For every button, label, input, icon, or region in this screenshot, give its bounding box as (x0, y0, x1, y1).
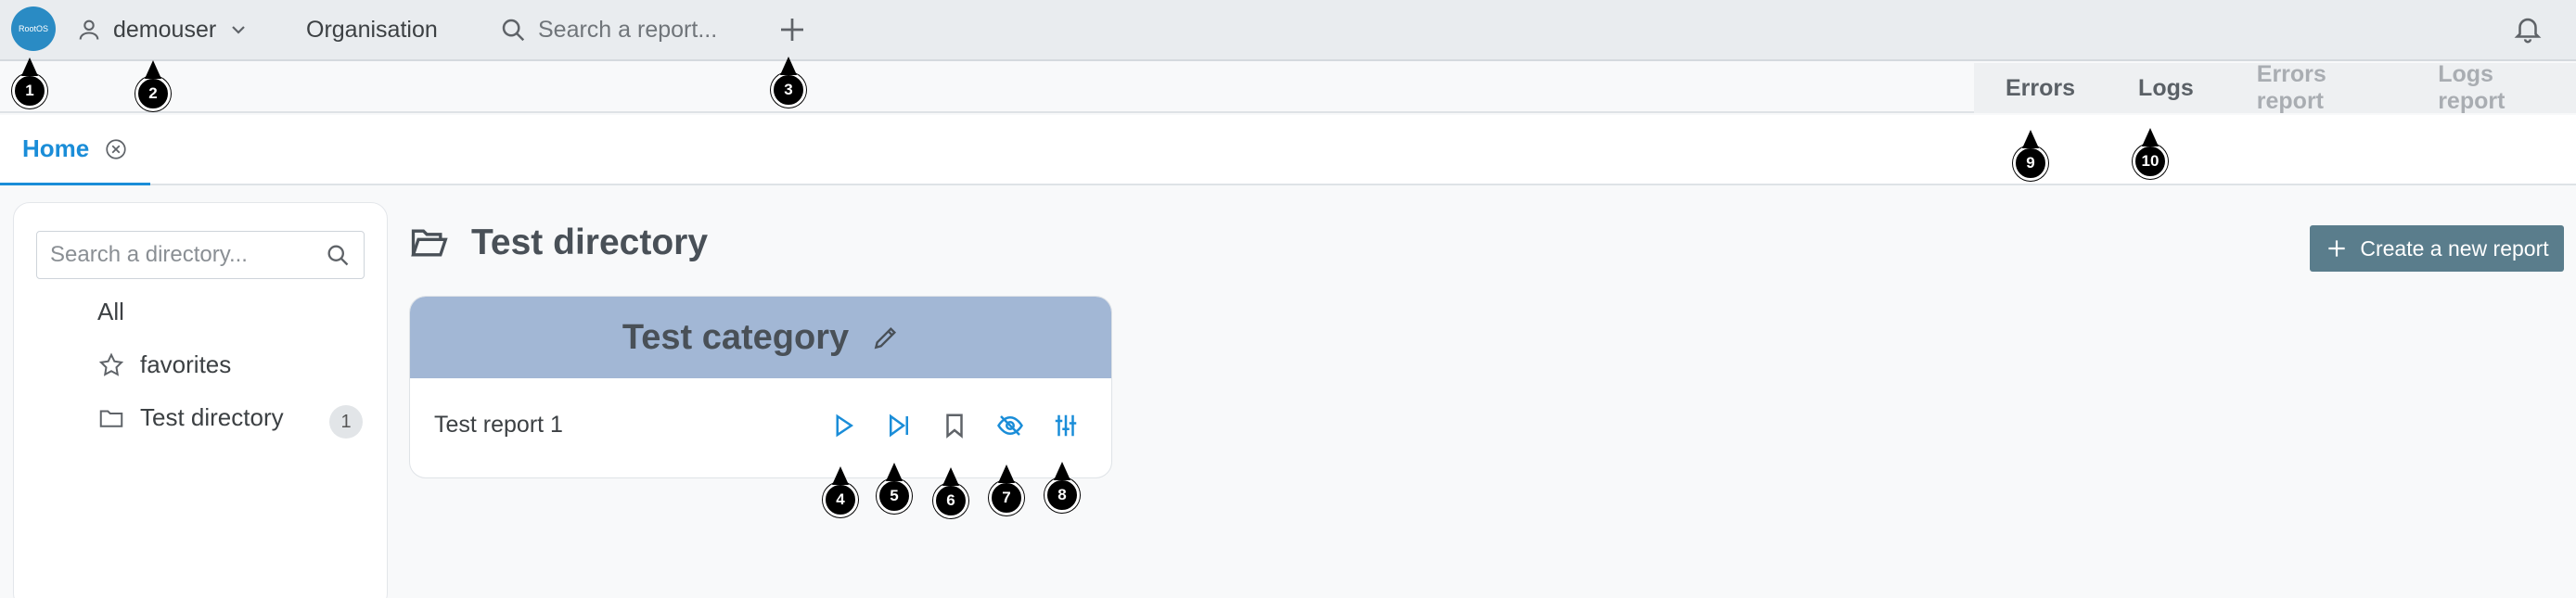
plus-icon (2328, 240, 2346, 257)
annotation-marker: 3 (771, 72, 806, 108)
eye-off-icon (997, 415, 1023, 436)
sliders-icon (1055, 414, 1077, 437)
tab-bar: Home (0, 115, 2576, 185)
hide-report-button[interactable] (994, 410, 1026, 441)
search-icon (327, 245, 349, 266)
folder-icon (99, 410, 123, 427)
report-search[interactable]: Search a report... (499, 13, 717, 46)
add-button[interactable] (775, 13, 809, 46)
logs-report-link[interactable]: Logs report (2406, 61, 2576, 114)
annotation-marker: 7 (989, 480, 1024, 515)
annotation-marker: 2 (135, 76, 171, 111)
secondary-navbar: Errors Logs Errors report Logs report (0, 61, 2576, 114)
pencil-icon[interactable] (871, 323, 901, 352)
page-title: Test directory (408, 223, 708, 263)
sidebar-item-label: All (97, 298, 124, 325)
report-name[interactable]: Test report 1 (434, 412, 563, 439)
sidebar-item-label: Test directory (140, 403, 284, 431)
annotation-marker: 9 (2013, 146, 2048, 181)
star-icon (98, 351, 124, 376)
bookmark-icon (946, 414, 963, 439)
bookmark-button[interactable] (939, 410, 970, 441)
organisation-link[interactable]: Organisation (306, 13, 438, 46)
search-icon (502, 19, 525, 42)
top-navbar: RootOS demouser Organisation Search a re… (0, 0, 2576, 61)
logs-link[interactable]: Logs (2107, 63, 2225, 113)
sidebar-item-favorites[interactable]: favorites (97, 350, 231, 379)
annotation-marker: 10 (2133, 144, 2168, 179)
skip-forward-icon (890, 414, 908, 438)
annotation-marker: 8 (1044, 477, 1080, 513)
create-report-label: Create a new report (2360, 235, 2549, 261)
annotation-marker: 1 (12, 73, 47, 108)
page-title-text: Test directory (471, 223, 709, 262)
run-with-options-button[interactable] (883, 410, 915, 441)
app-logo[interactable]: RootOS (11, 6, 56, 51)
report-search-placeholder: Search a report... (538, 16, 718, 43)
directory-search-input[interactable] (50, 242, 319, 268)
create-report-button[interactable]: Create a new report (2310, 225, 2564, 272)
tab-home[interactable]: Home (0, 115, 151, 185)
play-icon (836, 414, 854, 438)
count-badge: 1 (329, 405, 363, 439)
report-actions (827, 410, 1082, 441)
annotation-marker: 4 (823, 482, 858, 517)
sidebar-item-all[interactable]: All (97, 298, 124, 326)
user-icon (79, 19, 99, 40)
category-card: Test category Test report 1 (409, 296, 1112, 478)
sidebar-item-test-directory[interactable]: Test directory (97, 403, 284, 432)
errors-report-link[interactable]: Errors report (2225, 61, 2406, 114)
chevron-down-icon (232, 26, 245, 34)
notifications-button[interactable] (2512, 13, 2545, 46)
username-label: demouser (113, 16, 217, 43)
close-icon[interactable] (104, 137, 128, 161)
directory-search (36, 231, 365, 279)
annotation-marker: 6 (933, 483, 968, 518)
report-settings-button[interactable] (1050, 410, 1082, 441)
folder-open-icon (411, 229, 448, 257)
plus-icon (781, 19, 803, 41)
logo-text: RootOS (18, 24, 48, 33)
errors-link[interactable]: Errors (1974, 63, 2107, 113)
directory-sidebar: All favorites Test directory 1 (13, 202, 388, 598)
category-header: Test category (410, 297, 1111, 378)
category-title: Test category (622, 317, 850, 357)
tab-home-label: Home (22, 134, 90, 162)
log-links: Errors Logs Errors report Logs report (1974, 61, 2576, 114)
user-menu[interactable]: demouser (76, 13, 250, 46)
sidebar-item-label: favorites (140, 350, 232, 378)
bell-icon (2514, 18, 2542, 44)
annotation-marker: 5 (877, 478, 912, 514)
run-report-button[interactable] (827, 410, 859, 441)
